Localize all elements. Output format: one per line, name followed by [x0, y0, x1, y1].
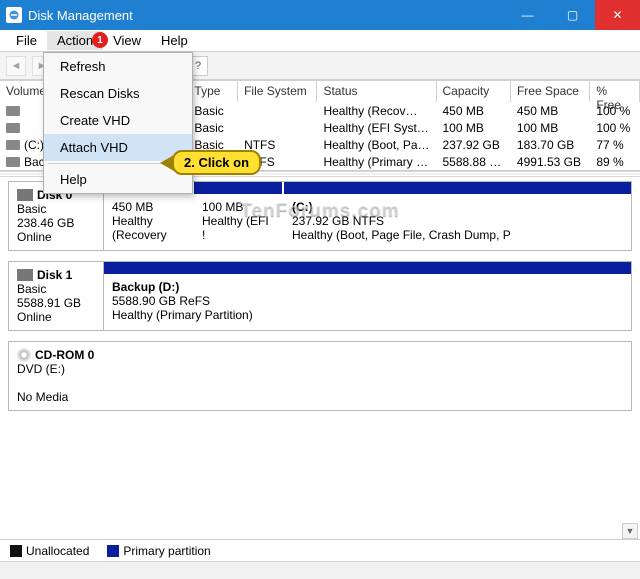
col-free[interactable]: Free Space: [511, 81, 590, 102]
volume-name: (C:): [24, 138, 44, 152]
cell-status: Healthy (Boot, Pa…: [317, 138, 436, 152]
annotation-badge-1: 1: [92, 32, 108, 48]
cell-cap: 450 MB: [436, 104, 510, 118]
cdrom-name: CD-ROM 0: [35, 348, 94, 362]
partition-status: Healthy (Recovery: [112, 214, 167, 242]
cdrom-icon: [17, 348, 31, 362]
cell-type: Basic: [188, 121, 238, 135]
partition-size: 5588.90 GB ReFS: [112, 294, 210, 308]
cell-pct: 89 %: [590, 155, 640, 169]
cdrom-info[interactable]: CD-ROM 0DVD (E:) No Media: [9, 342, 631, 410]
cell-status: Healthy (EFI Syst…: [317, 121, 436, 135]
app-icon: [6, 7, 22, 23]
cell-free: 183.70 GB: [511, 138, 590, 152]
menu-file[interactable]: File: [6, 31, 47, 50]
disk-row: Disk 1Basic5588.91 GBOnlineBackup (D:)55…: [8, 261, 632, 331]
disk-icon: [17, 269, 33, 281]
menu-help[interactable]: Help: [151, 31, 198, 50]
legend-unallocated: Unallocated: [26, 544, 89, 558]
partition[interactable]: 450 MBHealthy (Recovery: [104, 194, 194, 250]
window-title: Disk Management: [28, 8, 505, 23]
disk-area: Disk 0Basic238.46 GBOnline450 MBHealthy …: [0, 177, 640, 411]
partition-status: Healthy (Boot, Page File, Crash Dump, P: [292, 228, 511, 242]
col-status[interactable]: Status: [317, 81, 436, 102]
partition[interactable]: 100 MBHealthy (EFI !: [194, 194, 284, 250]
disk-state: Online: [17, 230, 95, 244]
col-type[interactable]: Type: [188, 81, 238, 102]
close-button[interactable]: ✕: [595, 0, 640, 30]
cell-pct: 100 %: [590, 104, 640, 118]
partition-label: Backup (D:): [112, 280, 179, 294]
disk-name: Disk 1: [37, 268, 72, 282]
minimize-button[interactable]: —: [505, 0, 550, 30]
menu-view[interactable]: View: [103, 31, 151, 50]
cdrom-row: CD-ROM 0DVD (E:) No Media: [8, 341, 632, 411]
scroll-down[interactable]: ▼: [622, 523, 638, 539]
volume-icon: [6, 157, 20, 167]
volume-icon: [6, 123, 20, 133]
cell-status: Healthy (Recov…: [317, 104, 436, 118]
partition[interactable]: Backup (D:)5588.90 GB ReFSHealthy (Prima…: [104, 274, 631, 330]
menu-item-rescan-disks[interactable]: Rescan Disks: [44, 80, 192, 107]
partition-size: 450 MB: [112, 200, 153, 214]
partition-status: Healthy (EFI !: [202, 214, 269, 242]
volume-icon: [6, 140, 20, 150]
disk-icon: [17, 189, 33, 201]
legend-primary: Primary partition: [123, 544, 210, 558]
cell-type: Basic: [188, 104, 238, 118]
disk-info[interactable]: Disk 1Basic5588.91 GBOnline: [9, 262, 104, 330]
col-capacity[interactable]: Capacity: [437, 81, 511, 102]
disk-size: 238.46 GB: [17, 216, 95, 230]
cell-cap: 5588.88 GB: [436, 155, 510, 169]
cell-status: Healthy (Primary …: [317, 155, 436, 169]
legend-swatch-primary: [107, 545, 119, 557]
back-button[interactable]: ◄: [6, 56, 26, 76]
disk-state: Online: [17, 310, 95, 324]
legend-swatch-unallocated: [10, 545, 22, 557]
statusbar: [0, 561, 640, 579]
disk-size: 5588.91 GB: [17, 296, 95, 310]
cell-free: 450 MB: [511, 104, 590, 118]
menu-item-create-vhd[interactable]: Create VHD: [44, 107, 192, 134]
callout-text: 2. Click on: [172, 150, 261, 175]
partition[interactable]: (C:)237.92 GB NTFSHealthy (Boot, Page Fi…: [284, 194, 631, 250]
cdrom-state: No Media: [17, 390, 623, 404]
partition-label: (C:): [292, 200, 313, 214]
cell-pct: 100 %: [590, 121, 640, 135]
annotation-callout: 2. Click on: [160, 150, 261, 175]
cell-free: 4991.53 GB: [511, 155, 590, 169]
cell-cap: 100 MB: [436, 121, 510, 135]
cell-cap: 237.92 GB: [436, 138, 510, 152]
cell-free: 100 MB: [511, 121, 590, 135]
partition-size: 100 MB: [202, 200, 243, 214]
disk-kind: Basic: [17, 202, 95, 216]
partition-size: 237.92 GB NTFS: [292, 214, 384, 228]
partition-status: Healthy (Primary Partition): [112, 308, 253, 322]
disk-kind: Basic: [17, 282, 95, 296]
legend: Unallocated Primary partition: [0, 539, 640, 561]
menu-item-refresh[interactable]: Refresh: [44, 53, 192, 80]
menubar: File Action View Help 1: [0, 30, 640, 52]
volume-icon: [6, 106, 20, 116]
maximize-button[interactable]: ▢: [550, 0, 595, 30]
cell-pct: 77 %: [590, 138, 640, 152]
col-pctfree[interactable]: % Free: [590, 81, 640, 102]
titlebar: Disk Management — ▢ ✕: [0, 0, 640, 30]
col-fs[interactable]: File System: [238, 81, 317, 102]
cdrom-kind: DVD (E:): [17, 362, 623, 376]
